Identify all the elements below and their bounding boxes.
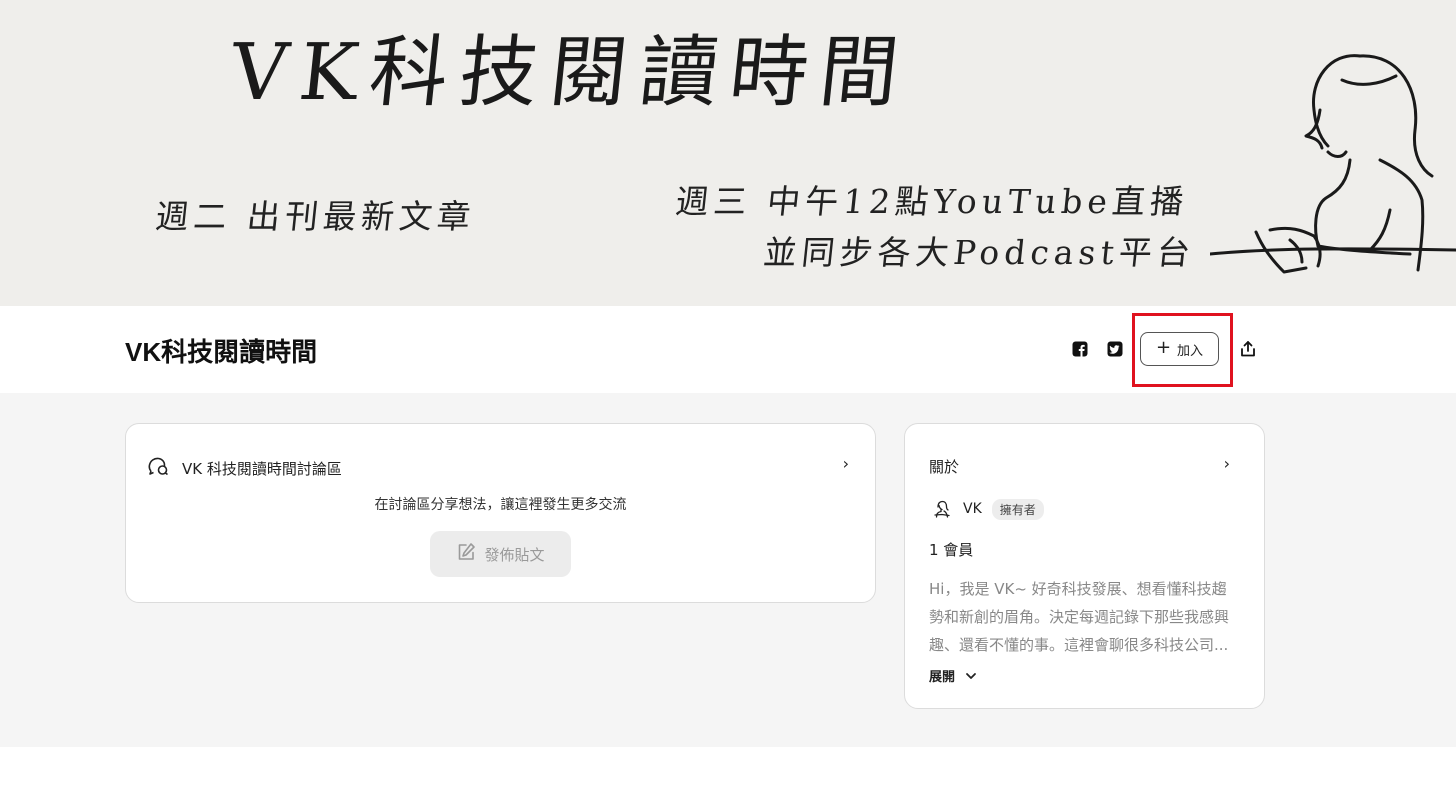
share-icon[interactable] — [1238, 339, 1258, 359]
discussion-subtitle: 在討論區分享想法，讓這裡發生更多交流 — [374, 497, 627, 513]
post-button-label: 發佈貼文 — [484, 545, 545, 564]
post-button[interactable]: 發佈貼文 — [430, 531, 571, 577]
twitter-icon[interactable] — [1105, 339, 1125, 359]
about-card: 關於 › VK 擁有者 1 會員 Hi，我是 VK~ 好奇科技發展、想看懂科技趨… — [904, 423, 1265, 709]
join-button[interactable]: + 加入 — [1140, 332, 1219, 366]
chevron-right-icon[interactable]: › — [1224, 454, 1230, 473]
cover-banner: VK科技閱讀時間 週二 出刊最新文章 週三 中午12點YouTube直播 並同步… — [0, 0, 1456, 306]
expand-button[interactable]: 展開 — [929, 666, 977, 685]
person-avatar-icon — [931, 498, 953, 520]
facebook-icon[interactable] — [1070, 339, 1090, 359]
plus-icon: + — [1155, 337, 1172, 358]
woman-reading-illustration — [1210, 54, 1456, 274]
discussion-header[interactable]: VK 科技閱讀時間討論區 — [148, 456, 342, 480]
owner-name: VK — [963, 501, 982, 517]
banner-schedule-wednesday: 週三 中午12點YouTube直播 — [673, 182, 1191, 221]
banner-title: VK科技閱讀時間 — [226, 28, 915, 118]
member-count: 1 會員 — [929, 541, 974, 559]
about-description: Hi，我是 VK~ 好奇科技發展、想看懂科技趨勢和新創的眉角。決定每週記錄下那些… — [929, 580, 1230, 654]
community-header: VK科技閱讀時間 + 加入 — [0, 306, 1456, 393]
owner-row[interactable]: VK 擁有者 — [931, 498, 1044, 520]
banner-schedule-tuesday: 週二 出刊最新文章 — [153, 197, 478, 236]
edit-icon — [456, 542, 476, 566]
discussion-card: VK 科技閱讀時間討論區 › 在討論區分享想法，讓這裡發生更多交流 發佈貼文 — [125, 423, 876, 603]
discussion-title: VK 科技閱讀時間討論區 — [182, 459, 342, 478]
page-title: VK科技閱讀時間 — [125, 337, 318, 367]
join-button-label: 加入 — [1177, 343, 1204, 359]
chevron-right-icon[interactable]: › — [843, 454, 849, 473]
expand-label: 展開 — [929, 670, 956, 685]
chat-bubble-icon — [148, 456, 170, 480]
owner-badge: 擁有者 — [991, 498, 1044, 520]
content-area: VK 科技閱讀時間討論區 › 在討論區分享想法，讓這裡發生更多交流 發佈貼文 關… — [0, 393, 1456, 747]
about-title[interactable]: 關於 — [929, 456, 959, 477]
banner-schedule-podcast: 並同步各大Podcast平台 — [761, 233, 1198, 272]
chevron-down-icon — [966, 672, 976, 679]
